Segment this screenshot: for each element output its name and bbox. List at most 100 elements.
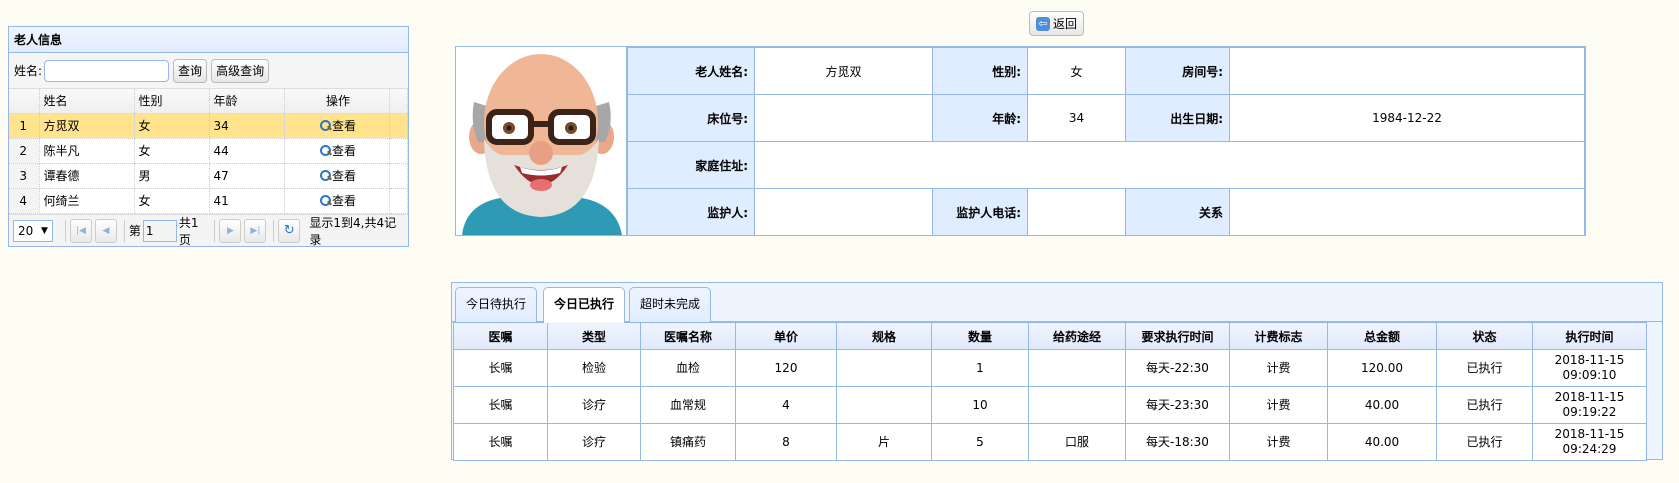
order-qty: 10 bbox=[931, 386, 1029, 424]
guardian-phone-label: 监护人电话: bbox=[932, 188, 1028, 236]
birth-label: 出生日期: bbox=[1125, 94, 1230, 142]
pager-divider bbox=[273, 219, 275, 242]
last-page-icon[interactable]: ▶| bbox=[244, 218, 267, 243]
order-exec-time: 2018-11-15 09:24:29 bbox=[1532, 423, 1647, 461]
gender-label: 性别: bbox=[932, 47, 1028, 95]
elder-info-table: 老人姓名: 方觅双 性别: 女 房间号: 床位号: 年龄: 34 出生日期: 1… bbox=[627, 47, 1585, 236]
row-number: 1 bbox=[9, 113, 40, 139]
order-billing: 计费 bbox=[1229, 386, 1328, 424]
page-total: 共1页 bbox=[178, 215, 199, 247]
order-type: 检验 bbox=[547, 349, 641, 387]
view-link[interactable]: 查看 bbox=[319, 169, 356, 183]
back-label: 返回 bbox=[1053, 17, 1078, 31]
first-page-icon[interactable]: |◀ bbox=[69, 218, 92, 243]
tab-pending-today[interactable]: 今日待执行 bbox=[455, 287, 538, 322]
bed-label: 床位号: bbox=[627, 94, 755, 142]
table-row[interactable]: 长嘱 检验 血检 120 1 每天-22:30 计费 120.00 已执行 20… bbox=[453, 349, 1647, 387]
column-header[interactable]: 状态 bbox=[1436, 322, 1533, 350]
prev-page-icon[interactable]: ◀ bbox=[94, 218, 117, 243]
elder-detail-box: 老人姓名: 方觅双 性别: 女 房间号: 床位号: 年龄: 34 出生日期: 1… bbox=[455, 46, 1586, 236]
name-value: 方觅双 bbox=[754, 47, 933, 95]
pager-divider bbox=[123, 219, 125, 242]
column-header[interactable]: 医嘱 bbox=[453, 322, 548, 350]
order-kind: 长嘱 bbox=[453, 349, 548, 387]
order-spec bbox=[836, 386, 932, 424]
row-number: 3 bbox=[9, 163, 40, 189]
age-value: 34 bbox=[1027, 94, 1126, 142]
column-header[interactable]: 总金额 bbox=[1327, 322, 1437, 350]
column-header[interactable]: 要求执行时间 bbox=[1125, 322, 1230, 350]
orders-table: 医嘱 类型 医嘱名称 单价 规格 数量 给药途经 要求执行时间 计费标志 总金额… bbox=[453, 322, 1647, 461]
refresh-icon[interactable]: ↻ bbox=[278, 218, 301, 243]
back-button[interactable]: ⇦ 返回 bbox=[1029, 11, 1085, 36]
elder-age: 41 bbox=[209, 188, 285, 214]
name-search-input[interactable] bbox=[44, 59, 170, 82]
view-link[interactable]: 查看 bbox=[319, 144, 356, 158]
order-name: 镇痛药 bbox=[640, 423, 736, 461]
room-label: 房间号: bbox=[1125, 47, 1230, 95]
name-label: 老人姓名: bbox=[627, 47, 755, 95]
order-qty: 5 bbox=[931, 423, 1029, 461]
order-required-time: 每天-22:30 bbox=[1125, 349, 1230, 387]
order-required-time: 每天-18:30 bbox=[1125, 423, 1230, 461]
column-header[interactable]: 给药途经 bbox=[1028, 322, 1126, 350]
guardian-phone-value bbox=[1027, 188, 1126, 236]
view-link[interactable]: 查看 bbox=[319, 194, 356, 208]
elder-avatar bbox=[456, 47, 627, 235]
elder-gender: 女 bbox=[134, 188, 210, 214]
bed-value bbox=[754, 94, 933, 142]
page-size-select[interactable]: 20 ▼ bbox=[13, 219, 53, 242]
column-header[interactable]: 类型 bbox=[547, 322, 641, 350]
column-header[interactable]: 规格 bbox=[836, 322, 932, 350]
page-size-value: 20 bbox=[18, 223, 34, 238]
view-cell: 查看 bbox=[284, 113, 390, 139]
tab-overdue[interactable]: 超时未完成 bbox=[629, 287, 712, 322]
table-row[interactable]: 4 何绮兰 女 41 查看 bbox=[9, 188, 408, 214]
view-link[interactable]: 查看 bbox=[319, 119, 356, 133]
advanced-search-button[interactable]: 高级查询 bbox=[211, 58, 270, 83]
address-label: 家庭住址: bbox=[627, 141, 755, 189]
row-number-header bbox=[9, 89, 40, 114]
column-header[interactable]: 姓名 bbox=[39, 89, 135, 114]
elder-gender: 男 bbox=[134, 163, 210, 189]
column-header[interactable]: 操作 bbox=[284, 89, 390, 114]
chevron-down-icon: ▼ bbox=[41, 225, 48, 236]
table-row[interactable]: 长嘱 诊疗 血常规 4 10 每天-23:30 计费 40.00 已执行 201… bbox=[453, 386, 1647, 424]
tab-executed-today[interactable]: 今日已执行 bbox=[543, 287, 626, 323]
column-header[interactable]: 单价 bbox=[735, 322, 837, 350]
view-cell: 查看 bbox=[284, 138, 390, 164]
age-label: 年龄: bbox=[932, 94, 1028, 142]
view-cell: 查看 bbox=[284, 188, 390, 214]
order-total: 40.00 bbox=[1327, 423, 1437, 461]
column-header[interactable]: 医嘱名称 bbox=[640, 322, 736, 350]
page-number-input[interactable]: 1 bbox=[142, 219, 177, 242]
order-kind: 长嘱 bbox=[453, 423, 548, 461]
column-header[interactable]: 计费标志 bbox=[1229, 322, 1328, 350]
next-page-icon[interactable]: ▶ bbox=[219, 218, 242, 243]
order-route: 口服 bbox=[1028, 423, 1126, 461]
tab-strip: 今日待执行 今日已执行 超时未完成 bbox=[452, 283, 1662, 323]
table-row[interactable]: 长嘱 诊疗 镇痛药 8 片 5 口服 每天-18:30 计费 40.00 已执行… bbox=[453, 423, 1647, 461]
birth-value: 1984-12-22 bbox=[1229, 94, 1585, 142]
guardian-label: 监护人: bbox=[627, 188, 755, 236]
elder-gender: 女 bbox=[134, 138, 210, 164]
elder-age: 47 bbox=[209, 163, 285, 189]
table-row[interactable]: 1 方觅双 女 34 查看 bbox=[9, 113, 408, 139]
search-label: 姓名: bbox=[14, 64, 43, 78]
order-exec-time: 2018-11-15 09:09:10 bbox=[1532, 349, 1647, 387]
view-label: 查看 bbox=[331, 169, 356, 183]
column-header[interactable]: 数量 bbox=[931, 322, 1029, 350]
column-header[interactable]: 年龄 bbox=[209, 89, 285, 114]
search-button[interactable]: 查询 bbox=[173, 58, 208, 83]
magnifier-icon bbox=[319, 120, 331, 131]
elder-table: 姓名 性别 年龄 操作 1 方觅双 女 34 查看 2 陈半凡 女 44 查看 bbox=[9, 89, 408, 214]
table-row[interactable]: 2 陈半凡 女 44 查看 bbox=[9, 138, 408, 164]
order-type: 诊疗 bbox=[547, 423, 641, 461]
magnifier-icon bbox=[319, 195, 331, 206]
panel-title: 老人信息 bbox=[9, 27, 408, 53]
column-header[interactable]: 执行时间 bbox=[1532, 322, 1647, 350]
elder-avatar-image bbox=[456, 47, 626, 235]
back-arrow-icon: ⇦ bbox=[1036, 16, 1050, 31]
table-row[interactable]: 3 谭春德 男 47 查看 bbox=[9, 163, 408, 189]
column-header[interactable]: 性别 bbox=[134, 89, 210, 114]
